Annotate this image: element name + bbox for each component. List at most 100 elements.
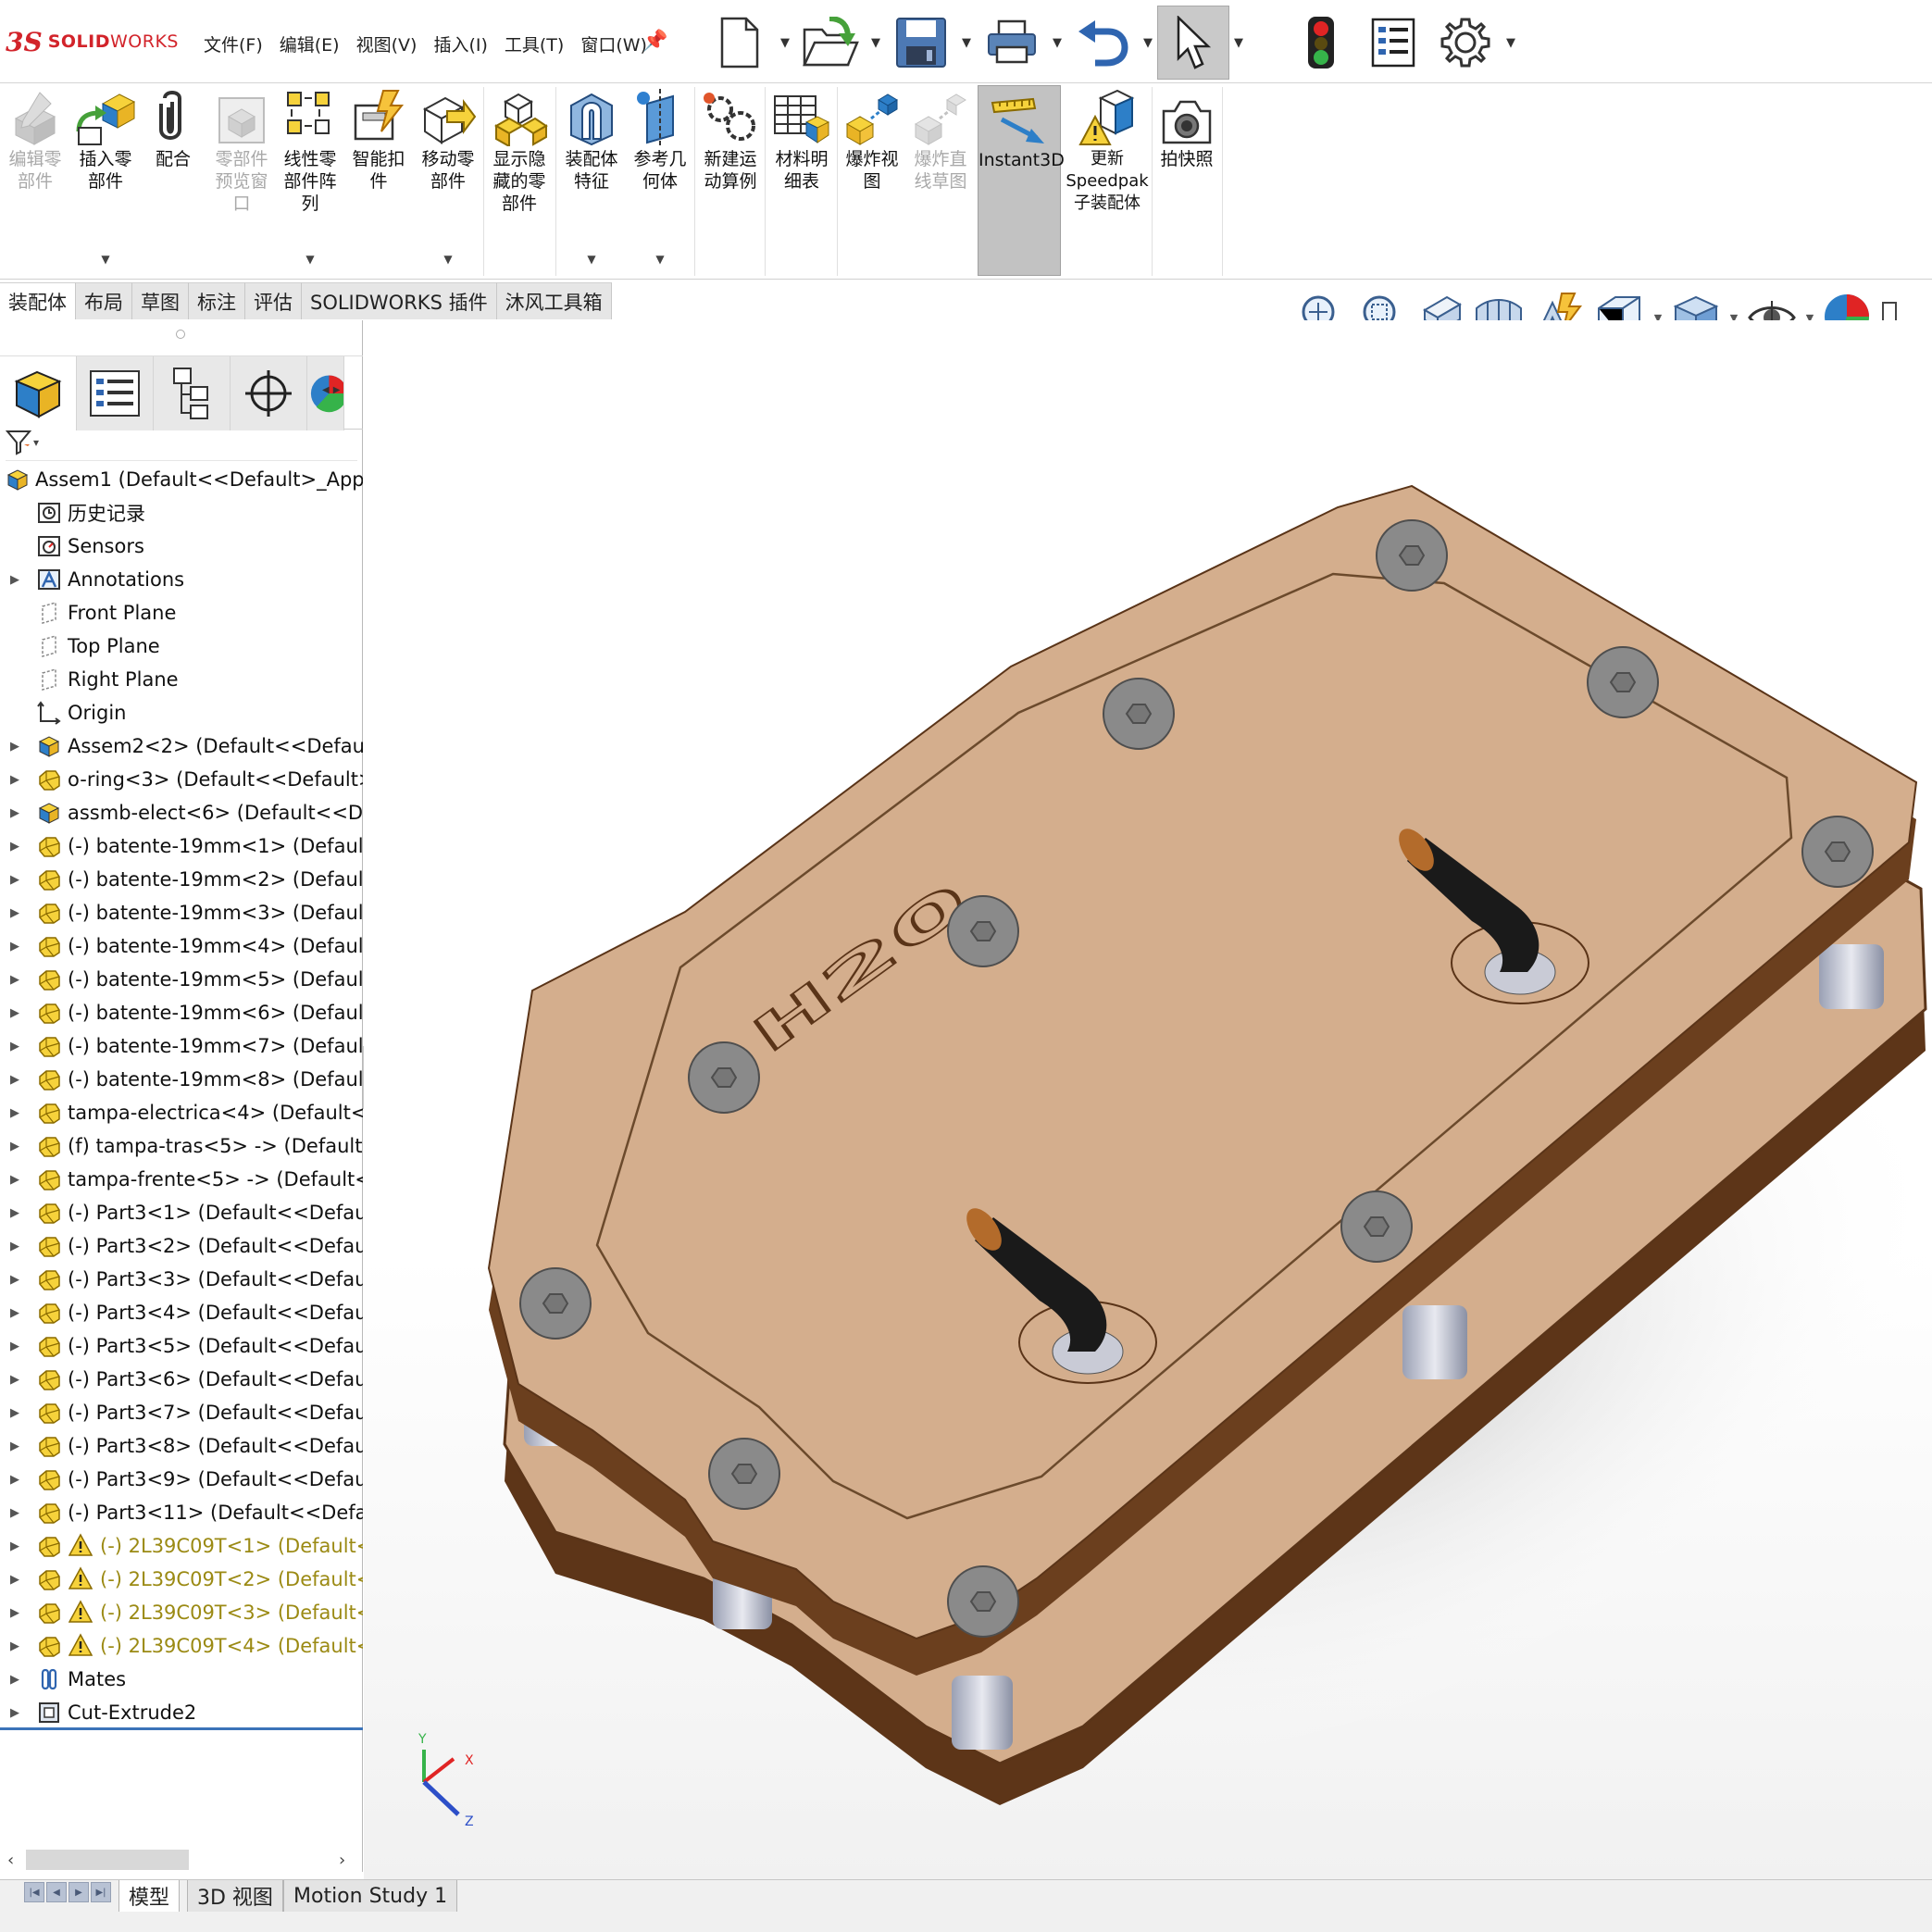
tree-item[interactable]: ▶ (-) Part3<11> (Default<<Defau <box>0 1496 363 1529</box>
options-dropdown-arrow[interactable]: ▼ <box>1502 6 1520 80</box>
scroll-right-arrow[interactable]: ▶ <box>333 385 341 395</box>
new-dropdown-arrow[interactable]: ▼ <box>776 6 794 80</box>
tree-item[interactable]: ▶ tampa-frente<5> -> (Default< <box>0 1163 363 1196</box>
tree-item[interactable]: ▶ (-) Part3<7> (Default<<Default <box>0 1396 363 1429</box>
insert-components-dropdown[interactable]: ▼ <box>72 248 139 270</box>
tab-mufeng-toolbox[interactable]: 沐风工具箱 <box>496 282 612 319</box>
tab-solidworks-addins[interactable]: SOLIDWORKS 插件 <box>302 282 497 319</box>
tree-item[interactable]: Front Plane <box>0 596 363 629</box>
expand-arrow-icon[interactable]: ▶ <box>10 573 21 587</box>
open-file-icon[interactable] <box>794 6 866 80</box>
tree-item[interactable]: ▶ Mates <box>0 1663 363 1696</box>
linear-pattern-button[interactable]: 线性零 部件阵 列 ▼ <box>278 85 343 276</box>
expand-arrow-icon[interactable]: ▶ <box>10 1440 21 1453</box>
expand-arrow-icon[interactable]: ▶ <box>10 973 21 987</box>
panel-collapse-handle[interactable] <box>176 330 185 339</box>
undo-icon[interactable] <box>1066 6 1139 80</box>
tab-model[interactable]: 模型 <box>118 1880 181 1912</box>
expand-arrow-icon[interactable]: ▶ <box>10 1539 21 1553</box>
expand-arrow-icon[interactable]: ▶ <box>10 740 21 754</box>
options-gear-icon[interactable] <box>1429 6 1502 80</box>
tree-item[interactable]: ▶ tampa-electrica<4> (Default<< <box>0 1096 363 1129</box>
tab-motion-study-1[interactable]: Motion Study 1 <box>283 1880 458 1912</box>
open-dropdown-arrow[interactable]: ▼ <box>866 6 885 80</box>
featuremanager-tree-tab[interactable] <box>0 356 77 430</box>
expand-arrow-icon[interactable]: ▶ <box>10 1340 21 1353</box>
first-tab-button[interactable]: |◀ <box>24 1882 44 1902</box>
rebuild-traffic-light-icon[interactable] <box>1285 6 1357 80</box>
save-dropdown-arrow[interactable]: ▼ <box>957 6 976 80</box>
tree-item[interactable]: ▶ (-) batente-19mm<6> (Default <box>0 996 363 1029</box>
expand-arrow-icon[interactable]: ▶ <box>10 1606 21 1620</box>
exploded-view-button[interactable]: 爆炸视 图 <box>839 85 905 276</box>
tree-item[interactable]: Top Plane <box>0 629 363 663</box>
bill-of-materials-button[interactable]: 材料明 细表 <box>768 85 835 276</box>
tree-item[interactable]: ▶ (-) 2L39C09T<4> (Default<< <box>0 1629 363 1663</box>
pin-menu-icon[interactable]: 📌 <box>642 30 667 53</box>
assembly-features-button[interactable]: 装配体 特征 ▼ <box>559 85 624 276</box>
expand-arrow-icon[interactable]: ▶ <box>10 1073 21 1087</box>
tab-evaluate[interactable]: 评估 <box>245 282 302 319</box>
menu-edit[interactable]: 编辑(E) <box>278 30 342 58</box>
tree-item[interactable]: ▶ (-) batente-19mm<4> (Default <box>0 929 363 963</box>
expand-arrow-icon[interactable]: ▶ <box>10 1706 21 1720</box>
expand-arrow-icon[interactable]: ▶ <box>10 1173 21 1187</box>
expand-arrow-icon[interactable]: ▶ <box>10 1673 21 1687</box>
expand-arrow-icon[interactable]: ▶ <box>10 1573 21 1587</box>
tab-3d-views[interactable]: 3D 视图 <box>187 1880 283 1912</box>
new-document-icon[interactable] <box>704 6 776 80</box>
tree-item[interactable]: ▶ (-) 2L39C09T<2> (Default<< <box>0 1563 363 1596</box>
assembly-features-dropdown[interactable]: ▼ <box>559 248 624 270</box>
scroll-left-arrow[interactable]: ◀ <box>322 385 330 395</box>
expand-arrow-icon[interactable]: ▶ <box>10 1206 21 1220</box>
solidworks-logo[interactable]: 3S SOLIDWORKS <box>6 26 179 57</box>
filter-dropdown-arrow[interactable]: ▾ <box>33 436 39 449</box>
update-speedpak-button[interactable]: 更新 Speedpak 子装配体 <box>1065 85 1150 276</box>
select-pointer-icon[interactable] <box>1157 6 1229 80</box>
insert-components-button[interactable]: 插入零 部件 ▼ <box>72 85 139 276</box>
expand-arrow-icon[interactable]: ▶ <box>10 1006 21 1020</box>
dimxpert-manager-tab[interactable] <box>231 356 307 430</box>
tree-item[interactable]: ▶ (-) Part3<6> (Default<<Default <box>0 1363 363 1396</box>
reference-geometry-button[interactable]: 参考几 何体 ▼ <box>628 85 692 276</box>
mate-button[interactable]: 配合 <box>141 85 206 276</box>
tree-item[interactable]: ▶ (-) Part3<8> (Default<<Default <box>0 1429 363 1463</box>
tab-assembly[interactable]: 装配体 <box>0 282 76 319</box>
move-component-dropdown[interactable]: ▼ <box>415 248 481 270</box>
graphics-area[interactable]: H2O Y X Z <box>364 320 1932 1879</box>
new-motion-study-button[interactable]: 新建运 动算例 <box>698 85 763 276</box>
select-dropdown-arrow[interactable]: ▼ <box>1229 6 1248 80</box>
edit-component-button[interactable]: 编辑零 部件 <box>2 85 69 276</box>
linear-pattern-dropdown[interactable]: ▼ <box>278 248 343 270</box>
tree-item[interactable]: Origin <box>0 696 363 729</box>
smart-fasteners-button[interactable]: 智能扣 件 <box>346 85 411 276</box>
expand-arrow-icon[interactable]: ▶ <box>10 1506 21 1520</box>
expand-arrow-icon[interactable]: ▶ <box>10 906 21 920</box>
menu-window[interactable]: 窗口(W) <box>579 30 649 58</box>
tree-item[interactable]: ▶ (-) batente-19mm<3> (Default <box>0 896 363 929</box>
tree-item[interactable]: ▶ Annotations <box>0 563 363 596</box>
expand-arrow-icon[interactable]: ▶ <box>10 1406 21 1420</box>
propertymanager-tab[interactable] <box>77 356 154 430</box>
expand-arrow-icon[interactable]: ▶ <box>10 840 21 854</box>
scroll-left-button[interactable]: ‹ <box>7 1851 14 1870</box>
expand-arrow-icon[interactable]: ▶ <box>10 1106 21 1120</box>
instant3d-button[interactable]: Instant3D <box>978 85 1065 276</box>
tree-item[interactable]: ▶ (-) 2L39C09T<3> (Default<< <box>0 1596 363 1629</box>
tree-item[interactable]: ▶ (-) Part3<2> (Default<<Default <box>0 1229 363 1263</box>
tree-item[interactable]: ▶ Assem2<2> (Default<<Default <box>0 729 363 763</box>
tree-horizontal-scrollbar[interactable]: ‹ › <box>0 1848 363 1872</box>
scrollbar-thumb[interactable] <box>26 1850 189 1870</box>
expand-arrow-icon[interactable]: ▶ <box>10 1373 21 1387</box>
print-icon[interactable] <box>976 6 1048 80</box>
print-dropdown-arrow[interactable]: ▼ <box>1048 6 1066 80</box>
assembly-model-render[interactable]: H2O Y X Z <box>364 320 1932 1879</box>
save-icon[interactable] <box>885 6 957 80</box>
tree-item[interactable]: ▶ assmb-elect<6> (Default<<De <box>0 796 363 829</box>
scroll-right-button[interactable]: › <box>339 1851 345 1870</box>
undo-dropdown-arrow[interactable]: ▼ <box>1139 6 1157 80</box>
last-tab-button[interactable]: ▶| <box>91 1882 111 1902</box>
tree-item[interactable]: ▶ o-ring<3> (Default<<Default> <box>0 763 363 796</box>
tree-item[interactable]: ▶ (-) Part3<3> (Default<<Default <box>0 1263 363 1296</box>
feature-tree-filter[interactable]: ▾ <box>6 424 357 461</box>
